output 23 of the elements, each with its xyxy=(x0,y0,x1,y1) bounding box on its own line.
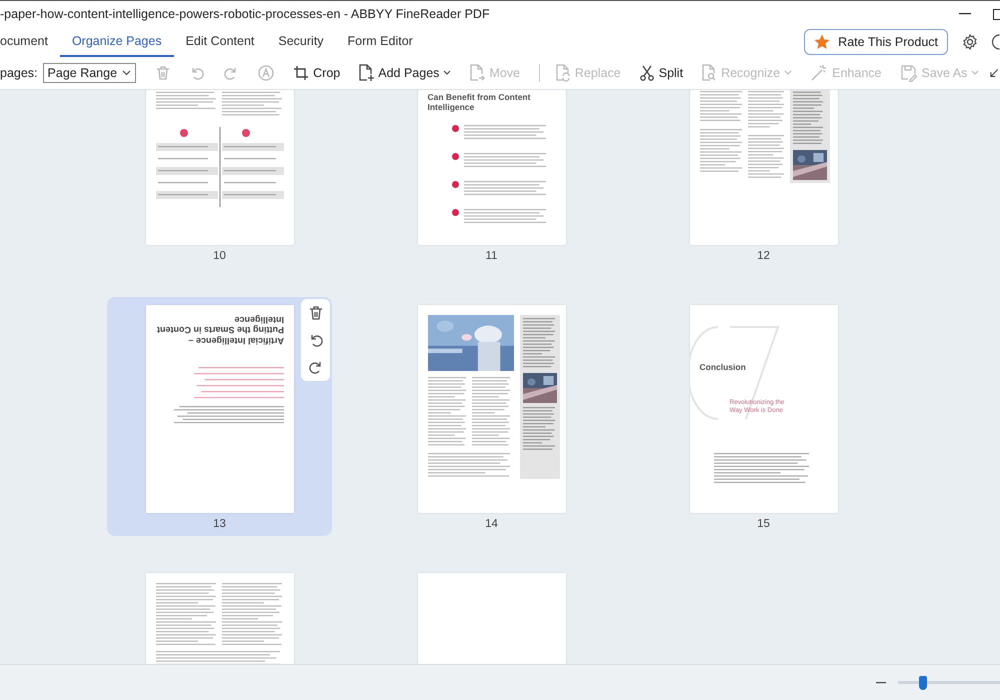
split-button[interactable]: Split xyxy=(632,63,690,83)
page-number: 10 xyxy=(213,250,226,262)
ribbon-tab[interactable]: Security xyxy=(266,27,336,57)
page-thumbnail[interactable]: Can Benefit from Content Intelligence xyxy=(418,90,566,245)
window-title: -paper-how-content-intelligence-powers-robotic-processes-en - ABBYY FineReader PDF xyxy=(0,7,490,21)
page-range-dropdown[interactable]: Page Range xyxy=(42,63,136,83)
pages-label: pages: xyxy=(0,66,38,80)
ribbon-tab[interactable]: ocument xyxy=(0,27,60,57)
page-number: 14 xyxy=(485,518,498,530)
page-heading: Artificial Intelligence – Putting the Smarts in Content Intelligence xyxy=(156,315,284,346)
page-number: 15 xyxy=(757,518,770,530)
ribbon-tab[interactable]: Edit Content xyxy=(174,27,266,57)
ribbon-tab[interactable]: Form Editor xyxy=(336,27,425,57)
rate-product-button[interactable]: Rate This Product xyxy=(804,29,948,55)
page-number: 12 xyxy=(757,250,770,262)
page-number: 13 xyxy=(213,518,226,530)
add-button[interactable]: Add Pages xyxy=(351,62,458,84)
page-heading: Can Benefit from Content Intelligence xyxy=(428,93,532,113)
page-thumbnail[interactable]: Artificial Intelligence – Putting the Smarts in Content Intelligence xyxy=(146,305,294,513)
page-heading: Conclusion xyxy=(700,363,747,373)
crop-button[interactable]: Crop xyxy=(286,63,348,83)
page-number: 11 xyxy=(486,250,498,262)
ribbon-tab[interactable]: Organize Pages xyxy=(60,27,174,57)
